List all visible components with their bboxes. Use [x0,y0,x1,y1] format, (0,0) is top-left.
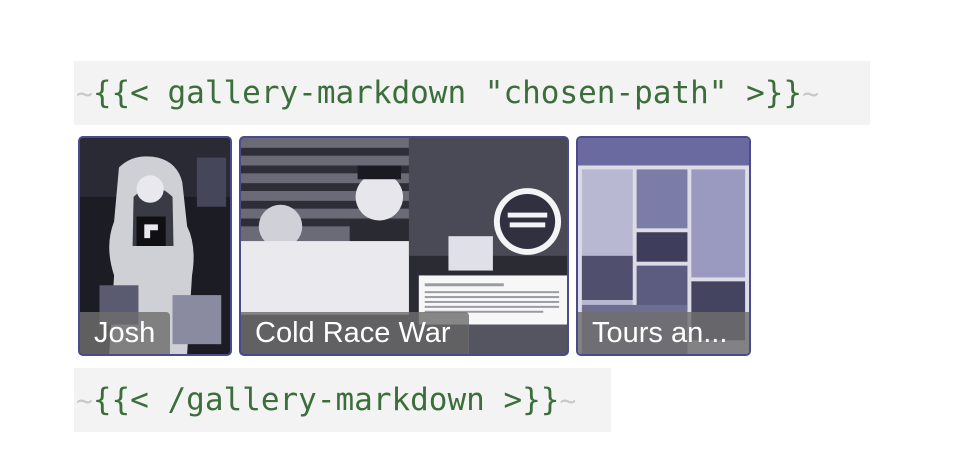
tilde-marker-right: ~ [802,76,819,110]
gallery-thumbnail-tours[interactable]: Tours an... [576,136,751,356]
tilde-marker-right: ~ [559,383,577,417]
gallery-close-shortcode[interactable]: ~ {{< /gallery-markdown >}} ~ [74,368,611,432]
gallery-open-shortcode[interactable]: ~ {{< gallery-markdown "chosen-path" >}} ~ [74,61,870,125]
shortcode-text: {{< gallery-markdown "chosen-path" >}} [92,75,803,111]
gallery-thumbnail-josh[interactable]: Josh [78,136,232,356]
shortcode-text: {{< /gallery-markdown >}} [92,382,560,418]
thumbnail-caption: Cold Race War [241,312,469,354]
gallery-thumbnail-cold-race-war[interactable]: Cold Race War [239,136,569,356]
tilde-marker-left: ~ [76,76,93,110]
thumbnail-caption: Tours an... [578,312,749,354]
tilde-marker-left: ~ [76,383,93,417]
thumbnail-caption: Josh [80,312,170,354]
